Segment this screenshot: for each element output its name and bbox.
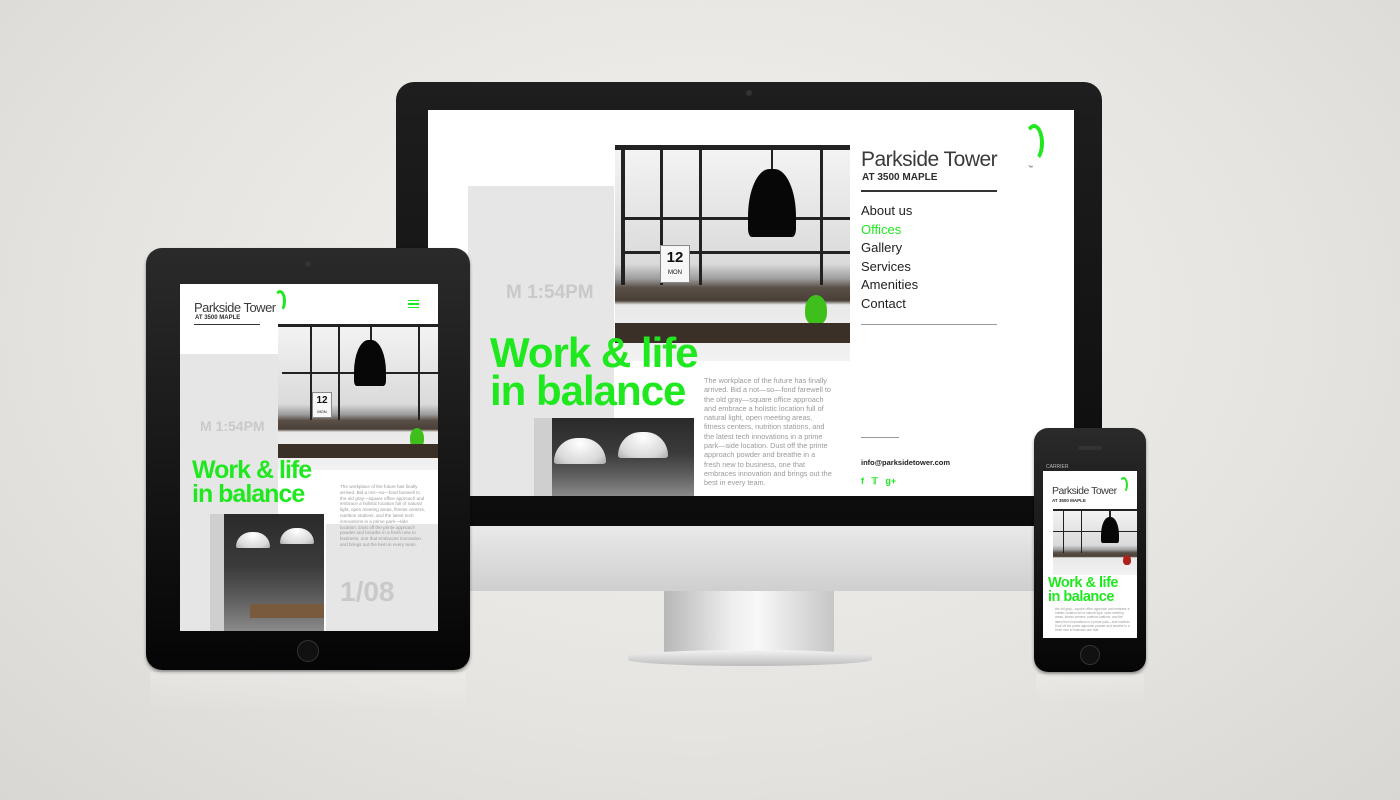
- nav-divider: [861, 324, 997, 325]
- nav-services[interactable]: Services: [861, 258, 1001, 277]
- tablet-screen: Parkside Tower AT 3500 MAPLE 12 MON M 1:…: [180, 284, 438, 631]
- hero-headline: Work & life in balance: [1048, 575, 1118, 605]
- google-plus-icon[interactable]: g+: [885, 476, 896, 486]
- logo-mark-icon: [1024, 124, 1044, 162]
- hero-photo: [1053, 509, 1137, 575]
- brand-tagline: AT 3500 MAPLE: [195, 315, 241, 321]
- home-button[interactable]: [1080, 645, 1100, 665]
- tablet-reflection: [150, 672, 466, 712]
- nav-amenities[interactable]: Amenities: [861, 276, 1001, 295]
- brand-logo[interactable]: Parkside Tower: [194, 300, 276, 315]
- monitor-stand: [664, 591, 834, 653]
- camera-icon: [305, 261, 311, 267]
- logo-divider: [861, 190, 997, 192]
- logo-divider: [194, 324, 260, 325]
- nav-about-us[interactable]: About us: [861, 202, 1001, 221]
- contact-email-link[interactable]: info@parksidetower.com: [861, 458, 950, 467]
- clock-text: M 1:54PM: [506, 282, 594, 303]
- brand-tagline: AT 3500 MAPLE: [862, 172, 938, 183]
- hero-photo: 12 MON: [278, 324, 438, 470]
- camera-icon: [746, 90, 752, 96]
- nav-offices[interactable]: Offices: [861, 221, 1001, 240]
- lounge-photo: [210, 514, 324, 631]
- hero-body-text: the old gray—square office approach and …: [1055, 607, 1131, 633]
- phone-reflection: [1036, 674, 1144, 704]
- lounge-photo: [534, 418, 694, 496]
- phone-screen: CARRIER Parkside Tower AT 3500 MAPLE Wor…: [1043, 463, 1137, 638]
- desktop-screen: M 1:54PM 12 MON Work & life in balance T…: [428, 110, 1074, 496]
- monitor-chin: [396, 526, 1102, 591]
- trademark: ™: [1028, 165, 1033, 171]
- speaker-icon: [1078, 446, 1102, 450]
- monitor-base: [628, 650, 872, 666]
- hero-body-text: The workplace of the future has finally …: [340, 484, 426, 547]
- brand-logo[interactable]: Parkside Tower: [861, 148, 998, 172]
- hamburger-icon[interactable]: [408, 300, 419, 308]
- hero-headline: Work & life in balance: [490, 329, 699, 414]
- main-nav: About us Offices Gallery Services Amenit…: [861, 202, 1001, 314]
- desk-calendar: 12 MON: [660, 245, 690, 283]
- logo-mark-icon: [274, 290, 286, 312]
- home-button[interactable]: [297, 640, 319, 662]
- nav-gallery[interactable]: Gallery: [861, 239, 1001, 258]
- slide-counter: 1/08: [340, 576, 395, 607]
- brand-logo[interactable]: Parkside Tower: [1052, 485, 1117, 497]
- contact-divider: [861, 437, 899, 438]
- clock-text: M 1:54PM: [200, 418, 265, 434]
- twitter-icon[interactable]: 𝕋: [872, 476, 878, 486]
- hero-body-text: The workplace of the future has finally …: [704, 376, 832, 488]
- facebook-icon[interactable]: f: [861, 476, 864, 486]
- desk-calendar: 12 MON: [312, 392, 332, 418]
- brand-tagline: AT 3500 MAPLE: [1052, 498, 1086, 503]
- social-links: f 𝕋 g+: [861, 476, 896, 487]
- hero-headline: Work & life in balance: [192, 456, 312, 508]
- nav-contact[interactable]: Contact: [861, 295, 1001, 314]
- logo-mark-icon: [1119, 477, 1128, 493]
- status-bar: CARRIER: [1043, 463, 1137, 471]
